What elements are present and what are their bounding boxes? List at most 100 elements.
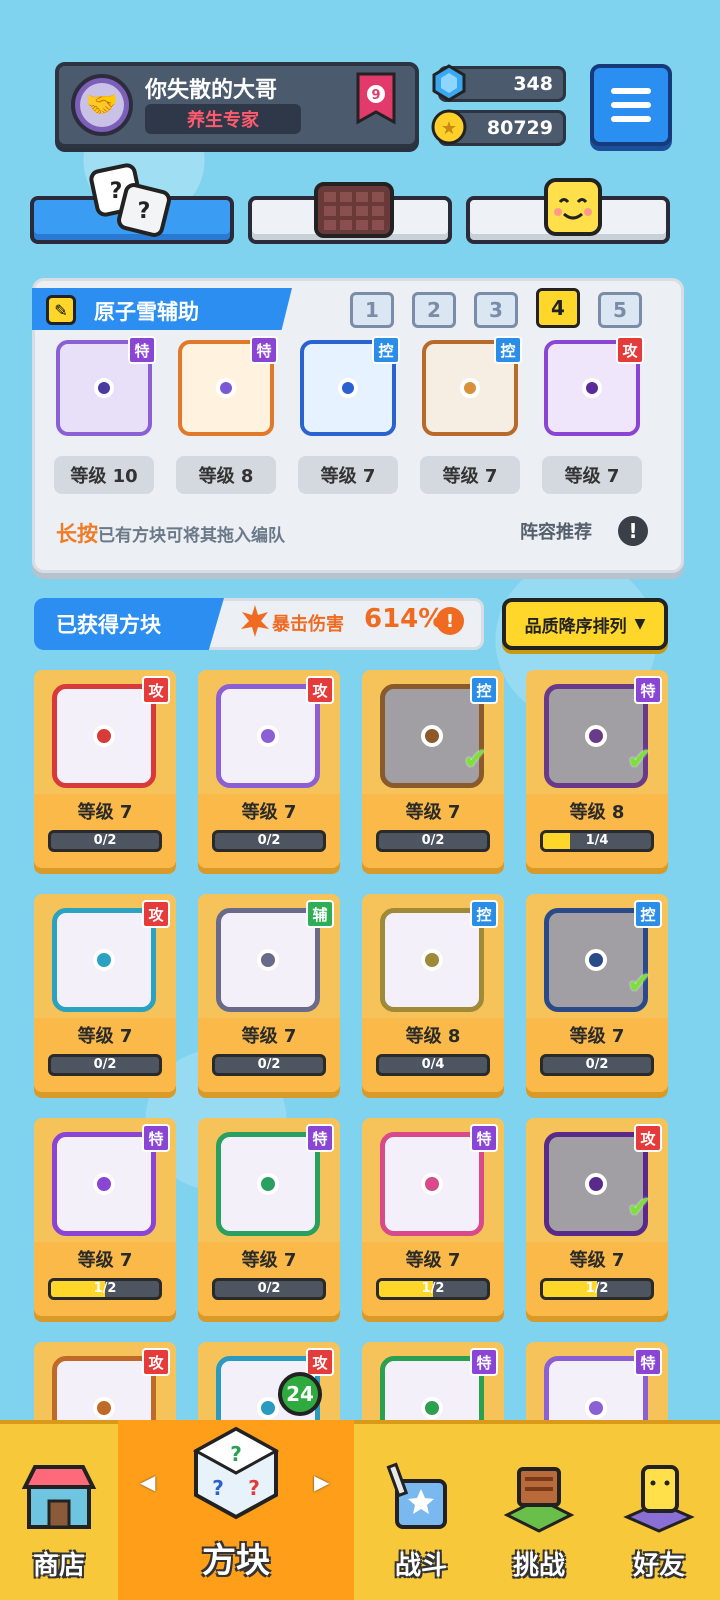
team-slot-1[interactable]: 1	[350, 292, 394, 328]
hamburger-icon-line	[611, 116, 651, 122]
player-name: 你失散的大哥	[145, 78, 278, 103]
type-tag: 特	[470, 1124, 498, 1152]
team-slot-4[interactable]: 4	[536, 288, 580, 328]
info-icon[interactable]: !	[618, 516, 648, 546]
block-card[interactable]: 特等级 7 1/2	[362, 1118, 504, 1316]
tab-dice[interactable]: ? ?	[30, 163, 234, 244]
upgrade-progress-bar: 0/2	[540, 1054, 654, 1076]
nav-challenge-label: 挑战	[512, 1551, 565, 1581]
grid-board-icon	[314, 182, 394, 238]
arrow-left-icon[interactable]: ◀	[140, 1470, 155, 1494]
obtained-title: 已获得方块	[56, 613, 161, 637]
crit-damage-value: 614%	[364, 604, 445, 634]
block-card[interactable]: 攻等级 7 0/2	[34, 894, 176, 1092]
type-tag: 控	[470, 900, 498, 928]
nav-challenge[interactable]: 挑战	[480, 1420, 598, 1600]
friends-icon	[623, 1465, 695, 1533]
type-tag: 控	[372, 336, 400, 364]
card-level: 等级 7	[405, 802, 461, 823]
arrow-right-icon[interactable]: ▶	[314, 1470, 329, 1494]
upgrade-progress-bar: 0/2	[48, 830, 162, 852]
gem-icon	[432, 64, 466, 102]
equipped-check-icon: ✔	[626, 966, 652, 1001]
progress-text: 0/2	[585, 1057, 609, 1072]
nav-shop-label: 商店	[32, 1551, 85, 1581]
block-core	[585, 725, 607, 747]
block-art	[216, 908, 320, 1012]
sort-dropdown[interactable]: 品质降序排列 ▼	[502, 598, 668, 650]
coin-icon: ★	[431, 109, 467, 145]
tab-board[interactable]	[248, 182, 452, 244]
team-member-5[interactable]: 攻	[544, 336, 644, 436]
block-card[interactable]: 辅等级 7 0/2	[198, 894, 340, 1092]
progress-text: 1/2	[585, 1281, 609, 1296]
team-member-level: 等级 7	[298, 456, 398, 494]
svg-text:?: ?	[212, 1476, 224, 1500]
svg-text:?: ?	[138, 199, 151, 224]
progress-text: 1/4	[585, 833, 609, 848]
upgrade-progress-bar: 1/2	[376, 1278, 490, 1300]
avatar[interactable]: 🤝	[71, 74, 133, 136]
block-core	[257, 725, 279, 747]
block-card[interactable]: ✔ 攻等级 7 1/2	[526, 1118, 668, 1316]
nav-friends[interactable]: 好友	[598, 1420, 720, 1600]
nav-battle[interactable]: 战斗	[362, 1420, 480, 1600]
team-member-3[interactable]: 控	[300, 336, 400, 436]
team-slot-2[interactable]: 2	[412, 292, 456, 328]
rank-ribbon-icon[interactable]: 9	[355, 72, 397, 126]
block-card[interactable]: 特等级 7 1/2	[34, 1118, 176, 1316]
block-card[interactable]: ✔ 控等级 7 0/2	[362, 670, 504, 868]
team-member-2[interactable]: 特	[178, 336, 278, 436]
player-title: 养生专家	[187, 110, 259, 131]
upgrade-progress-bar: 0/2	[212, 1054, 326, 1076]
team-member-4[interactable]: 控	[422, 336, 522, 436]
svg-text:★: ★	[441, 118, 457, 139]
block-core	[421, 1173, 443, 1195]
nav-shop[interactable]: 商店	[0, 1420, 118, 1600]
block-core	[93, 1173, 115, 1195]
team-slot-3[interactable]: 3	[474, 292, 518, 328]
block-card[interactable]: ✔ 特等级 8 1/4	[526, 670, 668, 868]
svg-text:?: ?	[230, 1442, 242, 1466]
tab-character[interactable]	[466, 178, 670, 244]
block-card[interactable]: 攻等级 7 0/2	[34, 670, 176, 868]
lineup-recommend-label[interactable]: 阵容推荐	[520, 518, 592, 544]
progress-text: 0/2	[421, 833, 445, 848]
team-member-1[interactable]: 特	[56, 336, 156, 436]
mystery-block-icon: ? ? ?	[192, 1426, 280, 1520]
progress-text: 0/2	[93, 1057, 117, 1072]
block-core	[257, 949, 279, 971]
gem-counter[interactable]: 348	[432, 64, 566, 102]
card-level: 等级 7	[405, 1250, 461, 1271]
block-core	[93, 1397, 115, 1419]
type-tag: 攻	[142, 676, 170, 704]
card-level: 等级 7	[77, 1250, 133, 1271]
progress-text: 0/2	[93, 833, 117, 848]
type-tag: 特	[470, 1348, 498, 1376]
edit-pencil-icon[interactable]: ✎	[46, 295, 76, 325]
type-tag: 控	[634, 900, 662, 928]
coin-counter[interactable]: ★ 80729	[431, 109, 566, 146]
block-art	[52, 908, 156, 1012]
block-card[interactable]: 攻等级 7 0/2	[198, 670, 340, 868]
block-art	[216, 1132, 320, 1236]
card-level: 等级 7	[77, 802, 133, 823]
type-tag: 攻	[142, 1348, 170, 1376]
card-level: 等级 7	[241, 1026, 297, 1047]
nav-blocks[interactable]: ? ? ? 方块	[118, 1420, 354, 1600]
block-card[interactable]: 特等级 7 0/2	[198, 1118, 340, 1316]
player-profile-card[interactable]: 🤝 你失散的大哥 养生专家 9	[55, 62, 419, 148]
type-tag: 攻	[306, 1348, 334, 1376]
nav-battle-label: 战斗	[394, 1551, 447, 1581]
team-slot-5[interactable]: 5	[598, 292, 642, 328]
block-card[interactable]: ✔ 控等级 7 0/2	[526, 894, 668, 1092]
block-core	[93, 949, 115, 971]
info-icon[interactable]: !	[436, 607, 464, 635]
menu-button[interactable]	[590, 64, 672, 146]
card-level: 等级 8	[569, 802, 625, 823]
drag-hint: 长按已有方块可将其拖入编队	[56, 518, 285, 548]
block-art	[380, 908, 484, 1012]
hint-text: 已有方块可将其拖入编队	[98, 526, 285, 546]
hint-highlight: 长按	[56, 522, 98, 546]
block-card[interactable]: 控等级 8 0/4	[362, 894, 504, 1092]
